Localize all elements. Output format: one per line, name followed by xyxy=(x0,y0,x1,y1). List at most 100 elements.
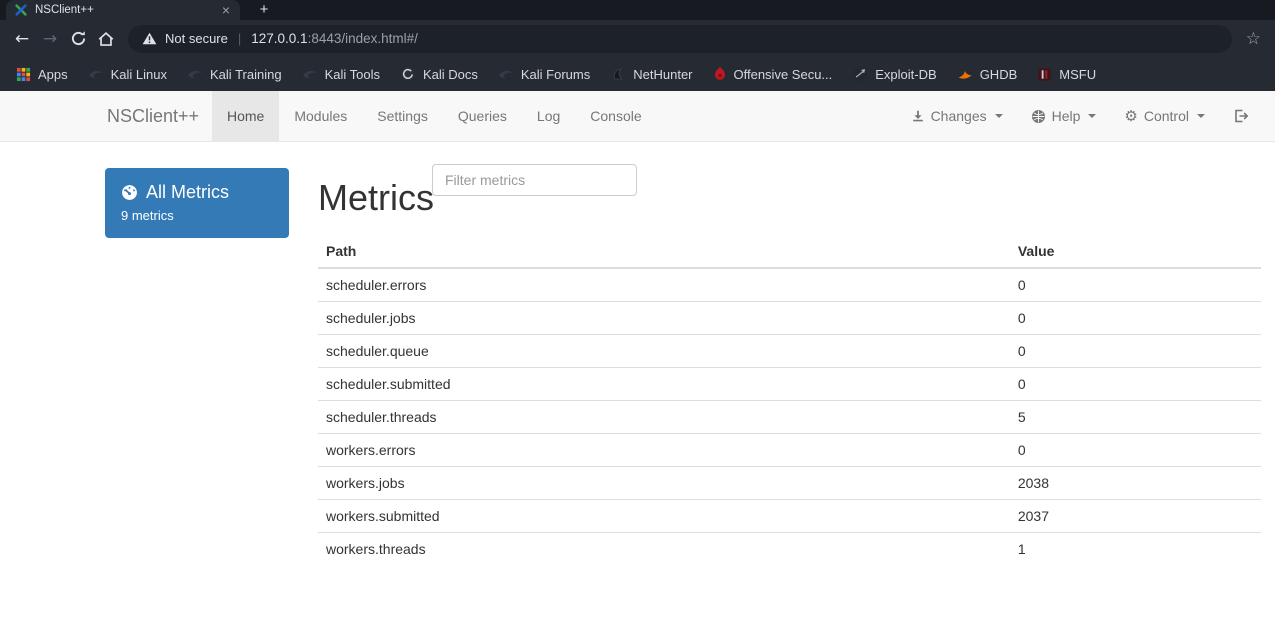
changes-label: Changes xyxy=(930,108,987,124)
kali-dragon-icon xyxy=(187,66,203,82)
bookmark-label: Apps xyxy=(38,66,68,82)
browser-toolbar: ← → Not secure | 127.0.0.1:8443/index.ht… xyxy=(0,20,1275,57)
apps-grid-icon xyxy=(16,67,31,82)
kali-dragon-icon xyxy=(302,66,318,82)
reload-icon[interactable] xyxy=(64,25,92,53)
chevron-down-icon xyxy=(994,114,1003,118)
bookmarks-bar: Apps Kali Linux Kali Training Kali Tools… xyxy=(0,57,1275,91)
app-brand[interactable]: NSClient++ xyxy=(107,91,199,141)
sidebar-item-all-metrics[interactable]: All Metrics 9 metrics xyxy=(105,168,289,238)
bookmark-offensive-security[interactable]: Offensive Secu... xyxy=(703,62,843,86)
logout-button[interactable] xyxy=(1219,91,1263,141)
bookmark-label: Exploit-DB xyxy=(875,66,937,82)
browser-tab-strip: NSClient++ × + xyxy=(0,0,1275,20)
help-label: Help xyxy=(1051,108,1081,124)
bookmark-label: Offensive Secu... xyxy=(733,66,833,82)
metric-path: scheduler.threads xyxy=(318,400,1010,434)
tab-home[interactable]: Home xyxy=(212,91,280,141)
close-tab-icon[interactable]: × xyxy=(220,3,232,17)
exploit-db-icon xyxy=(852,66,868,82)
warning-triangle-icon[interactable] xyxy=(142,32,157,45)
url-host[interactable]: 127.0.0.1 xyxy=(251,31,307,46)
nsclient-page: NSClient++ Home Modules Settings Queries… xyxy=(0,91,1275,634)
bookmark-star-icon[interactable]: ☆ xyxy=(1242,29,1265,49)
table-row: scheduler.submitted 0 xyxy=(318,367,1261,401)
metric-path: scheduler.jobs xyxy=(318,301,1010,335)
metric-value: 0 xyxy=(1009,433,1261,467)
control-label: Control xyxy=(1143,108,1189,124)
metric-value: 0 xyxy=(1009,367,1261,401)
security-label[interactable]: Not secure xyxy=(165,31,228,46)
new-tab-button[interactable]: + xyxy=(255,1,273,19)
tab-modules[interactable]: Modules xyxy=(279,91,362,141)
back-icon[interactable]: ← xyxy=(8,25,36,53)
forward-icon[interactable]: → xyxy=(36,25,64,53)
offensive-security-icon xyxy=(713,66,727,82)
bookmark-msfu[interactable]: MSFU xyxy=(1027,62,1106,86)
metric-path: workers.jobs xyxy=(318,466,1010,500)
chevron-down-icon xyxy=(1197,114,1205,118)
tab-queries[interactable]: Queries xyxy=(443,91,522,141)
bookmark-apps[interactable]: Apps xyxy=(6,62,78,86)
bookmark-label: NetHunter xyxy=(633,66,693,82)
changes-dropdown[interactable]: Changes xyxy=(897,91,1017,141)
bookmark-label: Kali Docs xyxy=(422,66,478,82)
metric-path: scheduler.errors xyxy=(318,267,1010,302)
table-header-row: Path Value xyxy=(318,235,1261,269)
help-dropdown[interactable]: Help xyxy=(1017,91,1111,141)
gear-icon: ⚙ xyxy=(1124,106,1138,125)
dashboard-gauge-icon xyxy=(121,184,138,201)
ghdb-icon xyxy=(957,66,973,82)
nethunter-icon xyxy=(610,66,626,82)
metric-value: 2038 xyxy=(1009,466,1261,500)
filter-metrics-input[interactable] xyxy=(432,164,637,196)
table-row: workers.submitted 2037 xyxy=(318,499,1261,533)
control-dropdown[interactable]: ⚙ Control xyxy=(1110,91,1219,141)
bookmark-nethunter[interactable]: NetHunter xyxy=(600,62,702,86)
metric-value: 1 xyxy=(1009,532,1261,565)
table-row: scheduler.threads 5 xyxy=(318,400,1261,434)
tab-settings[interactable]: Settings xyxy=(362,91,443,141)
table-row: workers.jobs 2038 xyxy=(318,466,1261,500)
bookmark-ghdb[interactable]: GHDB xyxy=(947,62,1028,86)
msfu-icon xyxy=(1037,67,1052,82)
bookmark-kali-training[interactable]: Kali Training xyxy=(177,62,292,86)
metric-path: workers.submitted xyxy=(318,499,1010,533)
kali-dragon-icon xyxy=(88,66,104,82)
bookmark-label: Kali Forums xyxy=(520,66,591,82)
table-row: workers.errors 0 xyxy=(318,433,1261,467)
metrics-table: Path Value scheduler.errors 0 scheduler.… xyxy=(318,235,1261,565)
url-path[interactable]: :8443/index.html#/ xyxy=(308,31,418,46)
bookmark-kali-linux[interactable]: Kali Linux xyxy=(78,62,177,86)
metric-path: workers.errors xyxy=(318,433,1010,467)
kali-dragon-icon xyxy=(498,66,514,82)
address-bar[interactable]: Not secure | 127.0.0.1:8443/index.html#/ xyxy=(128,24,1232,53)
browser-tab[interactable]: NSClient++ × xyxy=(6,0,240,20)
bookmark-label: MSFU xyxy=(1059,66,1097,82)
tab-console[interactable]: Console xyxy=(575,91,656,141)
download-icon xyxy=(911,109,925,123)
bookmark-kali-docs[interactable]: Kali Docs xyxy=(390,62,488,86)
app-nav-right: Changes Help ⚙ Control xyxy=(897,91,1263,141)
tab-title: NSClient++ xyxy=(35,4,94,16)
metric-path: scheduler.queue xyxy=(318,334,1010,368)
metric-value: 0 xyxy=(1009,334,1261,368)
column-header-value: Value xyxy=(1009,235,1261,269)
bookmark-exploit-db[interactable]: Exploit-DB xyxy=(842,62,946,86)
home-icon[interactable] xyxy=(92,25,120,53)
metric-path: workers.threads xyxy=(318,532,1010,565)
bookmark-kali-forums[interactable]: Kali Forums xyxy=(488,62,600,86)
bookmark-kali-tools[interactable]: Kali Tools xyxy=(292,62,390,86)
page-title: Metrics xyxy=(318,177,434,218)
tab-log[interactable]: Log xyxy=(522,91,575,141)
nsclient-favicon-icon xyxy=(14,3,28,17)
metrics-count: 9 metrics xyxy=(121,208,174,223)
table-row: scheduler.errors 0 xyxy=(318,267,1261,302)
kali-docs-icon xyxy=(400,66,416,82)
metric-path: scheduler.submitted xyxy=(318,367,1010,401)
url-separator: | xyxy=(237,31,242,46)
metric-value: 2037 xyxy=(1009,499,1261,533)
metric-value: 0 xyxy=(1009,267,1261,302)
metric-value: 5 xyxy=(1009,400,1261,434)
logout-icon xyxy=(1233,108,1249,124)
